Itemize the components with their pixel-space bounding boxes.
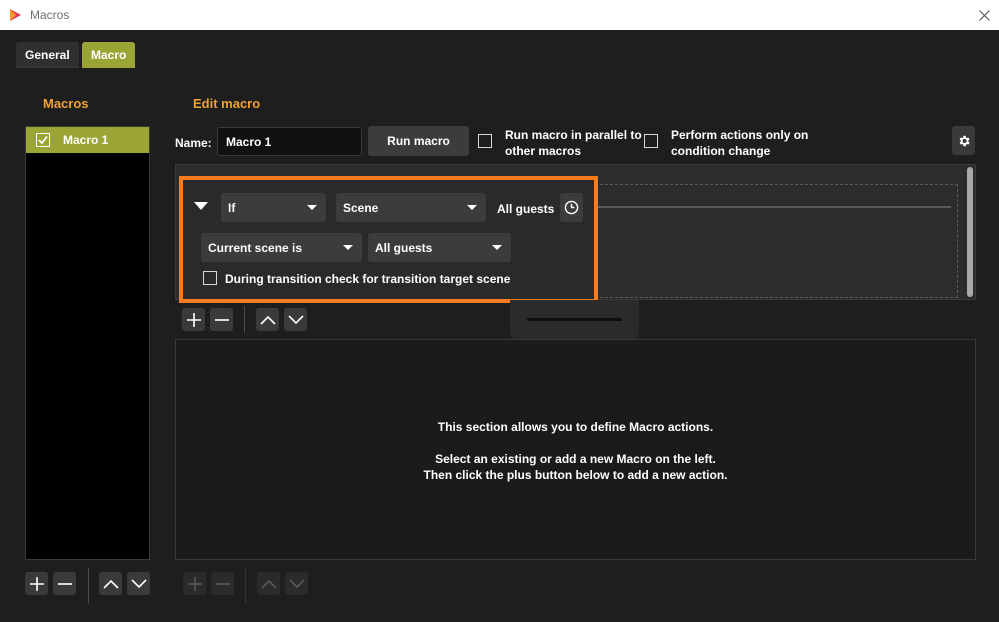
splitter-grip — [527, 318, 622, 321]
move-action-down-button[interactable] — [285, 572, 308, 595]
name-label: Name: — [175, 136, 212, 150]
actions-info-line1: This section allows you to define Macro … — [437, 420, 714, 434]
condition-change-label: Perform actions only on condition change — [671, 127, 808, 159]
tab-macro[interactable]: Macro — [82, 42, 136, 68]
actions-area — [175, 339, 976, 560]
move-up-icon — [259, 315, 276, 325]
macro-list[interactable]: Macro 1 — [25, 126, 150, 560]
remove-condition-button[interactable] — [210, 308, 233, 331]
move-down-icon — [287, 314, 304, 324]
gear-icon — [959, 135, 970, 146]
toolbar-divider — [244, 306, 245, 333]
condition-header-text: All guests — [497, 202, 555, 216]
move-condition-down-button[interactable] — [284, 308, 307, 331]
parallel-label-line1: Run macro in parallel to — [505, 128, 642, 142]
remove-action-button[interactable] — [211, 572, 234, 595]
check-icon — [38, 135, 48, 145]
title-bar: Macros — [0, 0, 999, 30]
add-action-button[interactable] — [183, 572, 206, 595]
remove-icon — [214, 318, 229, 321]
remove-icon — [57, 582, 72, 585]
splitter-handle[interactable] — [510, 300, 639, 339]
move-up-icon — [102, 579, 119, 589]
logic-dropdown[interactable]: If — [221, 193, 326, 222]
close-icon — [978, 9, 990, 21]
toolbar-divider — [245, 568, 246, 604]
transition-label: During transition check for transition t… — [225, 272, 511, 286]
settings-button[interactable] — [952, 126, 975, 155]
condition-header-line — [595, 206, 951, 208]
scene-check-value: Current scene is — [208, 240, 303, 255]
move-macro-up-button[interactable] — [99, 572, 122, 595]
scene-target-value: All guests — [375, 240, 433, 255]
chevron-down-icon — [467, 205, 477, 210]
transition-checkbox[interactable] — [203, 271, 217, 285]
conditions-scrollbar[interactable] — [967, 167, 973, 297]
parallel-label: Run macro in parallel to other macros — [505, 127, 642, 159]
remove-icon — [215, 582, 230, 585]
add-icon — [187, 576, 202, 591]
move-down-icon — [130, 578, 147, 588]
parallel-checkbox[interactable] — [478, 134, 492, 148]
add-macro-button[interactable] — [25, 572, 48, 595]
parallel-label-line2: other macros — [505, 144, 582, 158]
add-icon — [29, 576, 44, 591]
move-action-up-button[interactable] — [257, 572, 280, 595]
condition-change-checkbox[interactable] — [644, 134, 658, 148]
run-macro-button[interactable]: Run macro — [368, 126, 469, 156]
app-logo-icon — [10, 9, 21, 21]
close-button[interactable] — [969, 0, 999, 30]
macro-name-input[interactable] — [217, 127, 362, 156]
chevron-down-icon — [343, 245, 353, 250]
add-icon — [186, 312, 201, 327]
macro-list-item[interactable]: Macro 1 — [26, 127, 149, 153]
condition-change-label-line1: Perform actions only on — [671, 128, 809, 142]
macro-item-label: Macro 1 — [63, 133, 109, 147]
add-condition-button[interactable] — [182, 308, 205, 331]
condition-change-label-line2: condition change — [671, 144, 771, 158]
collapse-arrow-icon[interactable] — [194, 202, 208, 210]
window-title: Macros — [30, 8, 70, 22]
move-up-icon — [260, 579, 277, 589]
toolbar-divider — [88, 568, 89, 604]
duration-button[interactable] — [560, 193, 583, 222]
condition-type-dropdown[interactable]: Scene — [336, 193, 486, 222]
scene-check-dropdown[interactable]: Current scene is — [201, 233, 362, 262]
remove-macro-button[interactable] — [53, 572, 76, 595]
macro-enabled-checkbox[interactable] — [36, 133, 50, 147]
condition-type-value: Scene — [343, 200, 379, 215]
edit-macro-title: Edit macro — [193, 96, 261, 111]
clock-icon — [564, 200, 579, 215]
macros-title: Macros — [43, 96, 89, 111]
tab-general[interactable]: General — [16, 42, 79, 68]
move-condition-up-button[interactable] — [256, 308, 279, 331]
move-macro-down-button[interactable] — [127, 572, 150, 595]
scene-target-dropdown[interactable]: All guests — [368, 233, 511, 262]
logic-value: If — [228, 200, 236, 215]
chevron-down-icon — [492, 245, 502, 250]
actions-info-line2: Select an existing or add a new Macro on… — [435, 452, 716, 466]
chevron-down-icon — [307, 205, 317, 210]
actions-info-line3: Then click the plus button below to add … — [423, 468, 728, 482]
move-down-icon — [288, 578, 305, 588]
